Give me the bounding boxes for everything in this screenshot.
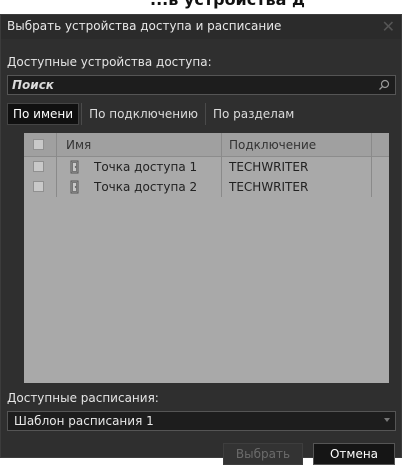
select-all-checkbox[interactable]: [33, 139, 44, 150]
select-button[interactable]: Выбрать: [223, 443, 303, 465]
device-name: Точка доступа 1: [94, 160, 198, 174]
grouping-tabs: По имени По подключению По разделам: [7, 103, 301, 125]
device-connection: TECHWRITER: [229, 160, 309, 174]
door-icon: [70, 160, 79, 174]
table-row[interactable]: Точка доступа 1 TECHWRITER: [24, 157, 389, 177]
tab-by-sections[interactable]: По разделам: [208, 103, 299, 125]
close-icon[interactable]: ✕: [382, 17, 395, 36]
row-checkbox[interactable]: [33, 161, 44, 172]
table-row[interactable]: Точка доступа 2 TECHWRITER: [24, 177, 389, 197]
search-box[interactable]: [7, 75, 396, 95]
devices-label: Доступные устройства доступа:: [7, 55, 212, 69]
table-header: Имя Подключение: [24, 133, 389, 157]
tab-by-name[interactable]: По имени: [7, 103, 80, 125]
tab-by-connection[interactable]: По подключению: [84, 103, 203, 125]
search-icon[interactable]: [378, 79, 390, 91]
column-header-connection[interactable]: Подключение: [229, 138, 316, 152]
device-connection: TECHWRITER: [229, 180, 309, 194]
door-icon: [70, 180, 79, 194]
select-devices-dialog: Выбрать устройства доступа и расписание …: [0, 14, 402, 465]
schedule-selected-value: Шаблон расписания 1: [14, 414, 154, 428]
background-window-strip: ...ь устройства д: [0, 0, 408, 14]
dialog-titlebar[interactable]: Выбрать устройства доступа и расписание …: [1, 15, 401, 39]
column-header-name[interactable]: Имя: [66, 138, 91, 152]
schedules-label: Доступные расписания:: [7, 391, 159, 405]
devices-table: Имя Подключение Точка доступа 1 TECHWRIT…: [24, 133, 389, 383]
tab-divider: [81, 103, 83, 125]
chevron-down-icon[interactable]: [384, 418, 390, 422]
cancel-button[interactable]: Отмена: [313, 443, 395, 465]
device-name: Точка доступа 2: [94, 180, 198, 194]
search-input[interactable]: [12, 77, 352, 93]
tab-divider: [204, 103, 206, 125]
row-checkbox[interactable]: [33, 181, 44, 192]
schedule-dropdown[interactable]: Шаблон расписания 1: [7, 411, 396, 431]
background-title-peek: ...ь устройства д: [150, 0, 305, 9]
dialog-title: Выбрать устройства доступа и расписание: [7, 19, 282, 33]
